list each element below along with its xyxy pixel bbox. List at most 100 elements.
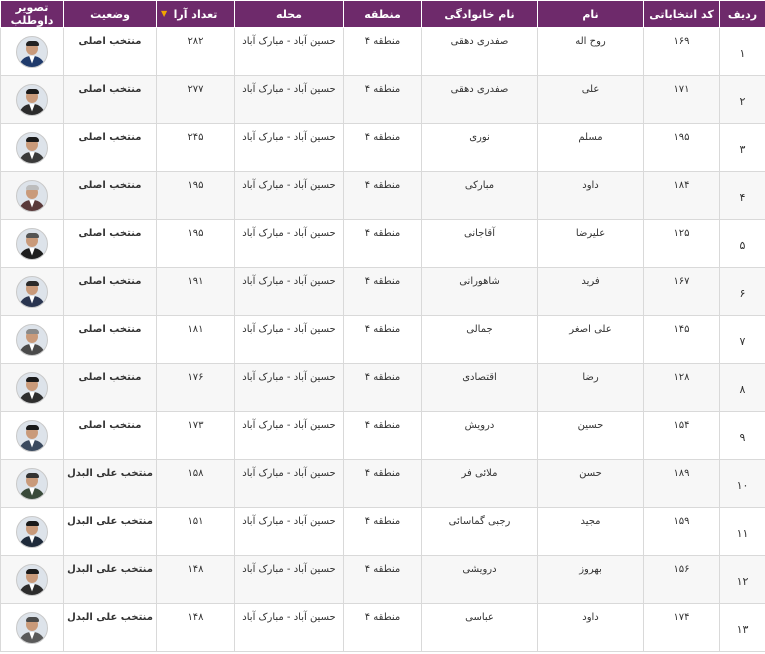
candidate-avatar[interactable] <box>16 83 48 116</box>
avatar-hair-shape <box>25 472 39 478</box>
row-number-cell: ۸ <box>719 363 765 412</box>
table-row: ۱۳ ۱۷۴ داود عباسی منطقه ۴ حسین آباد - مبارک آ… <box>0 603 765 652</box>
first-name-cell: علی <box>537 75 644 124</box>
row-number-cell: ۹ <box>719 411 765 460</box>
votes-cell: ۱۵۸ <box>156 459 235 508</box>
avatar-hair-shape <box>25 520 39 526</box>
first-name-cell: حسین <box>537 411 644 460</box>
votes-cell: ۱۷۳ <box>156 411 235 460</box>
photo-cell <box>0 75 64 124</box>
photo-cell <box>0 507 64 556</box>
candidate-avatar[interactable] <box>16 515 48 548</box>
status-cell: منتخب اصلی <box>63 219 157 268</box>
region-cell: منطقه ۴ <box>343 75 422 124</box>
region-cell: منطقه ۴ <box>343 123 422 172</box>
candidate-avatar[interactable] <box>16 35 48 68</box>
candidate-code-cell: ۱۲۵ <box>643 219 720 268</box>
header-row-number[interactable]: ردیف <box>719 0 765 28</box>
row-number-cell: ۷ <box>719 315 765 364</box>
photo-cell <box>0 27 64 76</box>
last-name-cell: صفدری دهقی <box>421 27 538 76</box>
neighborhood-cell: حسین آباد - مبارک آباد <box>234 411 344 460</box>
photo-cell <box>0 267 64 316</box>
row-number-cell: ۱۱ <box>719 507 765 556</box>
candidate-code-cell: ۱۶۹ <box>643 27 720 76</box>
row-number-cell: ۱۳ <box>719 603 765 652</box>
status-cell: منتخب اصلی <box>63 75 157 124</box>
candidates-table: ردیف کد انتخاباتی نام نام خانوادگی منطقه… <box>0 0 765 652</box>
avatar-hair-shape <box>25 328 39 334</box>
status-cell: منتخب اصلی <box>63 171 157 220</box>
candidate-avatar[interactable] <box>16 563 48 596</box>
status-cell: منتخب علی البدل <box>63 555 157 604</box>
row-number-cell: ۶ <box>719 267 765 316</box>
candidate-code-cell: ۱۵۶ <box>643 555 720 604</box>
candidate-code-cell: ۱۲۸ <box>643 363 720 412</box>
region-cell: منطقه ۴ <box>343 171 422 220</box>
status-cell: منتخب اصلی <box>63 123 157 172</box>
candidate-code-cell: ۱۵۹ <box>643 507 720 556</box>
candidate-avatar[interactable] <box>16 611 48 644</box>
table-row: ۳ ۱۹۵ مسلم نوری منطقه ۴ حسین آباد - مبارک آبا… <box>0 123 765 172</box>
candidate-avatar[interactable] <box>16 419 48 452</box>
first-name-cell: علی اصغر <box>537 315 644 364</box>
neighborhood-cell: حسین آباد - مبارک آباد <box>234 219 344 268</box>
table-row: ۸ ۱۲۸ رضا اقتصادی منطقه ۴ حسین آباد - مبارک آ… <box>0 363 765 412</box>
region-cell: منطقه ۴ <box>343 603 422 652</box>
header-status[interactable]: وضعیت <box>63 0 157 28</box>
candidate-avatar[interactable] <box>16 323 48 356</box>
neighborhood-cell: حسین آباد - مبارک آباد <box>234 507 344 556</box>
last-name-cell: ملائی فر <box>421 459 538 508</box>
neighborhood-cell: حسین آباد - مبارک آباد <box>234 315 344 364</box>
photo-cell <box>0 603 64 652</box>
candidate-code-cell: ۱۵۴ <box>643 411 720 460</box>
votes-cell: ۱۹۵ <box>156 171 235 220</box>
header-last-name[interactable]: نام خانوادگی <box>421 0 538 28</box>
first-name-cell: مسلم <box>537 123 644 172</box>
avatar-hair-shape <box>25 232 39 238</box>
candidate-avatar[interactable] <box>16 131 48 164</box>
table-body: ۱ ۱۶۹ روح اله صفدری دهقی منطقه ۴ حسین آباد - … <box>0 27 765 652</box>
neighborhood-cell: حسین آباد - مبارک آباد <box>234 267 344 316</box>
header-first-name[interactable]: نام <box>537 0 644 28</box>
candidate-avatar[interactable] <box>16 275 48 308</box>
candidate-code-cell: ۱۴۵ <box>643 315 720 364</box>
status-cell: منتخب اصلی <box>63 267 157 316</box>
first-name-cell: فرید <box>537 267 644 316</box>
avatar-hair-shape <box>25 376 39 382</box>
header-region[interactable]: منطقه <box>343 0 422 28</box>
avatar-hair-shape <box>25 184 39 190</box>
candidate-avatar[interactable] <box>16 179 48 212</box>
last-name-cell: عباسی <box>421 603 538 652</box>
header-votes[interactable]: تعداد آرا ▼ <box>156 0 235 28</box>
candidate-avatar[interactable] <box>16 227 48 260</box>
header-code[interactable]: کد انتخاباتی <box>643 0 720 28</box>
photo-cell <box>0 555 64 604</box>
avatar-hair-shape <box>25 88 39 94</box>
status-cell: منتخب اصلی <box>63 411 157 460</box>
first-name-cell: رضا <box>537 363 644 412</box>
candidate-avatar[interactable] <box>16 371 48 404</box>
avatar-hair-shape <box>25 616 39 622</box>
avatar-hair-shape <box>25 136 39 142</box>
row-number-cell: ۱۲ <box>719 555 765 604</box>
first-name-cell: مجید <box>537 507 644 556</box>
sort-down-icon[interactable]: ▼ <box>161 9 167 18</box>
candidate-code-cell: ۱۷۱ <box>643 75 720 124</box>
row-number-cell: ۲ <box>719 75 765 124</box>
candidate-avatar[interactable] <box>16 467 48 500</box>
photo-cell <box>0 363 64 412</box>
neighborhood-cell: حسین آباد - مبارک آباد <box>234 555 344 604</box>
candidate-code-cell: ۱۶۷ <box>643 267 720 316</box>
table-row: ۶ ۱۶۷ فرید شاهورانی منطقه ۴ حسین آباد - مبارک… <box>0 267 765 316</box>
neighborhood-cell: حسین آباد - مبارک آباد <box>234 171 344 220</box>
header-votes-label: تعداد آرا <box>173 7 218 21</box>
row-number-cell: ۱۰ <box>719 459 765 508</box>
status-cell: منتخب علی البدل <box>63 459 157 508</box>
votes-cell: ۲۷۷ <box>156 75 235 124</box>
votes-cell: ۲۸۲ <box>156 27 235 76</box>
header-photo[interactable]: تصویر داوطلب <box>0 0 64 28</box>
status-cell: منتخب اصلی <box>63 315 157 364</box>
first-name-cell: علیرضا <box>537 219 644 268</box>
header-neighborhood[interactable]: محله <box>234 0 344 28</box>
